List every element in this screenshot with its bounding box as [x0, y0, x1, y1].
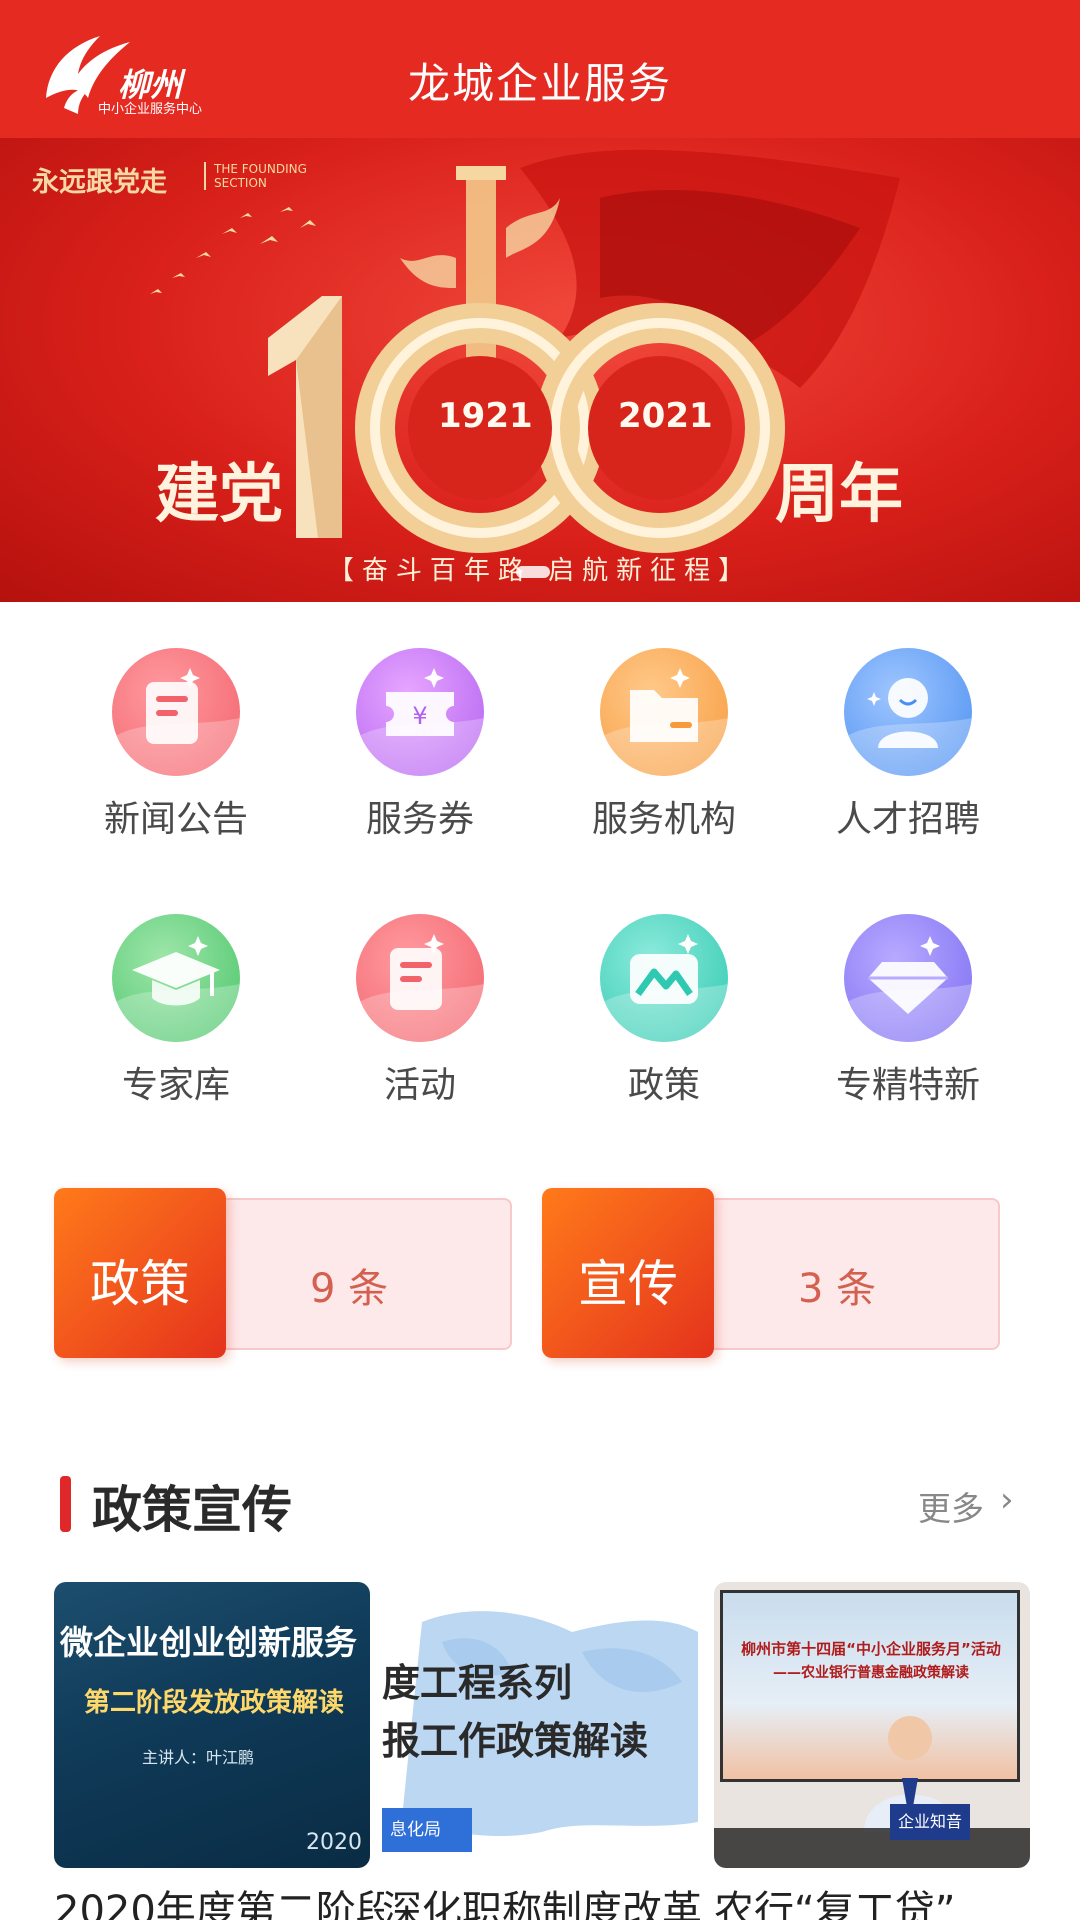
thumb-text: 度工程系列	[382, 1661, 573, 1705]
banner-carousel[interactable]: 永远跟党走 THE FOUNDING SECTION 建党 周年 1921 20…	[0, 138, 1080, 602]
grid-item-policy[interactable]: 政策	[564, 914, 764, 1108]
stat-card-label: 宣传	[578, 1255, 678, 1313]
grid-item-activities[interactable]: 活动	[320, 914, 520, 1108]
person-icon	[844, 648, 972, 776]
grid-label: 人才招聘	[835, 799, 980, 840]
stat-card-tag: 政策	[54, 1188, 226, 1358]
thumb-badge: 企业知音	[890, 1804, 970, 1840]
thumb-text: 报工作政策解读	[382, 1719, 649, 1763]
page-title: 龙城企业服务	[407, 59, 672, 108]
card-thumbnail: 微企业创业创新服务 第二阶段发放政策解读 主讲人：叶江鹏 2020	[54, 1582, 370, 1868]
graduation-cap-icon	[112, 914, 240, 1042]
banner-slogan: 永远跟党走	[32, 167, 167, 198]
thumb-text: 第二阶段发放政策解读	[84, 1688, 345, 1718]
banner-slogan-en: THE FOUNDING SECTION	[204, 162, 314, 190]
grid-label: 专精特新	[835, 1065, 980, 1106]
image-icon	[600, 914, 728, 1042]
grid-label: 活动	[383, 1065, 456, 1106]
thumb-text: 微企业创业创新服务	[60, 1623, 357, 1662]
policy-card[interactable]: 微企业创业创新服务 第二阶段发放政策解读 主讲人：叶江鹏 2020 2020年度…	[54, 1582, 384, 1920]
grid-item-specialized[interactable]: 专精特新	[808, 914, 1008, 1108]
grid-label: 服务券	[365, 799, 474, 840]
speaker-graphic	[714, 1716, 1030, 1868]
more-link[interactable]: 更多	[918, 1482, 984, 1530]
grid-label: 服务机构	[591, 799, 736, 840]
coupon-icon: ¥	[356, 648, 484, 776]
policy-card[interactable]: 度工程系列 报工作政策解读 息化局 深化职称制度改革	[382, 1582, 702, 1920]
thumb-text: 主讲人：叶江鹏	[142, 1748, 255, 1767]
grid-item-recruitment[interactable]: 人才招聘	[808, 648, 1008, 842]
card-title: 农行“复工贷”	[714, 1888, 956, 1920]
grid-item-agencies[interactable]: 服务机构	[564, 648, 764, 842]
banner-right-text: 周年	[775, 458, 903, 532]
stat-card-count: 3 条	[798, 1266, 877, 1312]
chevron-right-icon[interactable]: ›	[1000, 1480, 1014, 1520]
section-accent-bar	[60, 1476, 71, 1532]
card-thumbnail: 度工程系列 报工作政策解读 息化局	[382, 1582, 698, 1868]
stat-card-publicity[interactable]: 宣传 3 条	[542, 1188, 1004, 1358]
diamond-icon	[844, 914, 972, 1042]
svg-text:¥: ¥	[412, 702, 427, 730]
stat-card-label: 政策	[90, 1255, 190, 1313]
grid-item-news[interactable]: 新闻公告	[76, 648, 276, 842]
stat-card-tag: 宣传	[542, 1188, 714, 1358]
thumb-text: 息化局	[382, 1808, 472, 1852]
grid-label: 新闻公告	[103, 799, 248, 840]
news-icon	[112, 648, 240, 776]
banner-left-text: 建党	[155, 458, 283, 532]
app-header: 柳州 中小企业服务中心 龙城企业服务	[0, 0, 1080, 138]
grid-label: 专家库	[121, 1065, 230, 1106]
stat-card-count: 9 条	[310, 1266, 389, 1312]
folder-icon	[600, 648, 728, 776]
carousel-indicator[interactable]	[516, 566, 550, 578]
banner-year-start: 1921	[438, 396, 533, 436]
card-title: 深化职称制度改革	[382, 1888, 702, 1920]
grid-item-coupon[interactable]: ¥ 服务券	[320, 648, 520, 842]
card-thumbnail: 柳州市第十四届“中小企业服务月”活动 ——农业银行普惠金融政策解读 企业知音	[714, 1582, 1030, 1868]
document-icon	[356, 914, 484, 1042]
grid-item-experts[interactable]: 专家库	[76, 914, 276, 1108]
policy-card[interactable]: 柳州市第十四届“中小企业服务月”活动 ——农业银行普惠金融政策解读 企业知音 农…	[714, 1582, 1030, 1920]
thumb-text: 2020	[306, 1830, 362, 1855]
section-title: 政策宣传	[92, 1481, 292, 1539]
banner-year-end: 2021	[618, 396, 713, 436]
grid-label: 政策	[627, 1065, 700, 1106]
stat-card-policy[interactable]: 政策 9 条	[54, 1188, 516, 1358]
card-title: 2020年度第二阶段	[54, 1888, 384, 1920]
